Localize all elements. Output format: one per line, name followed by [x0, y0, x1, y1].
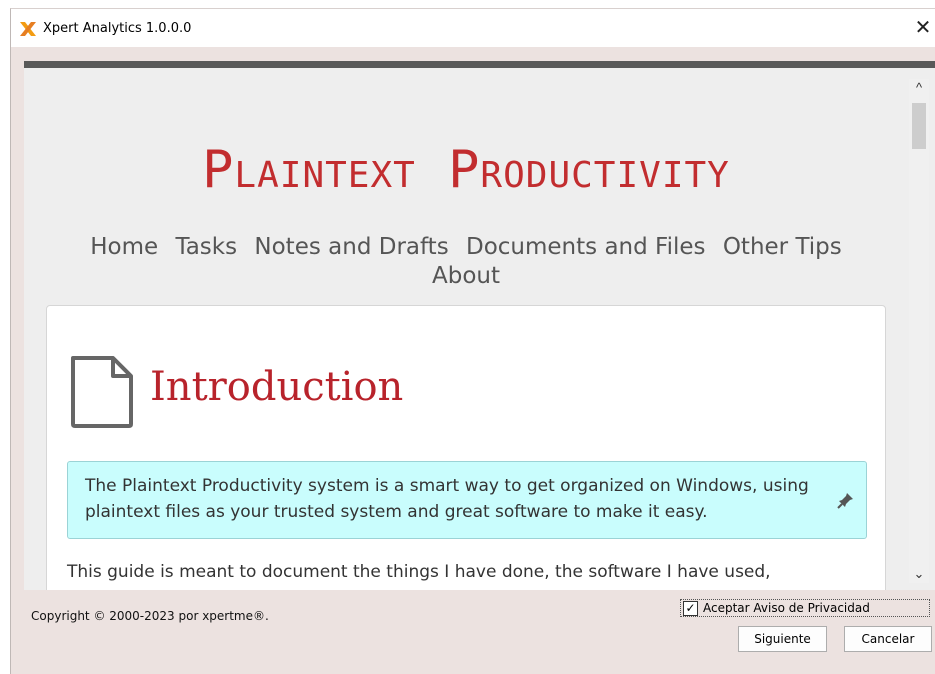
- pin-icon: [837, 493, 853, 509]
- close-icon: ✕: [914, 17, 932, 39]
- privacy-label[interactable]: Aceptar Aviso de Privacidad: [703, 601, 870, 615]
- site-title: Plaintext Productivity: [202, 140, 730, 200]
- intro-callout: The Plaintext Productivity system is a s…: [67, 461, 867, 539]
- privacy-checkbox[interactable]: ✓: [683, 601, 698, 616]
- scroll-down-button[interactable]: ⌄: [909, 565, 929, 583]
- scroll-thumb[interactable]: [912, 103, 926, 149]
- nav-link-notes-and-drafts[interactable]: Notes and Drafts: [254, 234, 448, 260]
- vertical-scrollbar[interactable]: ^ ⌄: [909, 79, 929, 583]
- site-nav: Home Tasks Notes and Drafts Documents an…: [24, 233, 908, 291]
- nav-link-about[interactable]: About: [432, 263, 500, 289]
- title-bar: Xpert Analytics 1.0.0.0 ✕: [11, 9, 935, 47]
- page-heading: Introduction: [150, 364, 404, 410]
- callout-text: The Plaintext Productivity system is a s…: [85, 476, 809, 522]
- web-content-view[interactable]: Plaintext Productivity Home Tasks Notes …: [24, 61, 935, 590]
- app-window: Xpert Analytics 1.0.0.0 ✕ Plaintext Prod…: [10, 8, 935, 674]
- nav-link-tasks[interactable]: Tasks: [175, 234, 237, 260]
- close-button[interactable]: ✕: [912, 15, 934, 41]
- privacy-checkbox-row[interactable]: ✓ Aceptar Aviso de Privacidad: [680, 599, 930, 617]
- scroll-up-button[interactable]: ^: [909, 79, 929, 97]
- cancel-button[interactable]: Cancelar: [844, 626, 932, 652]
- next-button[interactable]: Siguiente: [738, 626, 827, 652]
- content-card: Introduction The Plaintext Productivity …: [46, 305, 886, 590]
- xpert-x-logo-icon: [20, 22, 36, 36]
- document-icon: [71, 356, 133, 428]
- nav-link-documents-and-files[interactable]: Documents and Files: [466, 234, 706, 260]
- nav-link-home[interactable]: Home: [90, 234, 158, 260]
- chevron-down-icon: ⌄: [913, 566, 925, 581]
- body-paragraph: This guide is meant to document the thin…: [67, 562, 771, 582]
- copyright-text: Copyright © 2000-2023 por xpertme®.: [31, 609, 269, 623]
- nav-link-other-tips[interactable]: Other Tips: [723, 234, 842, 260]
- check-icon: ✓: [685, 601, 696, 615]
- window-title: Xpert Analytics 1.0.0.0: [43, 21, 192, 36]
- chevron-up-icon: ^: [915, 80, 923, 95]
